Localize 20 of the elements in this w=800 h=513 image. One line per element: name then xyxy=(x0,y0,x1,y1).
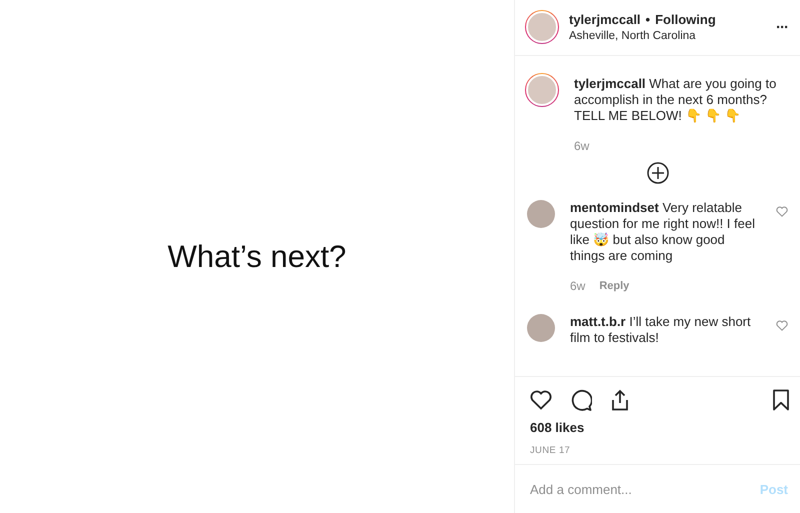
more-options-button[interactable]: ··· xyxy=(776,18,788,36)
likes-count[interactable]: 608 likes xyxy=(530,420,584,436)
separator-dot: • xyxy=(646,12,650,28)
timestamp: 6w xyxy=(570,278,586,294)
timestamp: 6w xyxy=(574,138,590,154)
avatar[interactable] xyxy=(525,72,559,107)
post-slide-text: What’s next? xyxy=(168,238,346,274)
caption-text: tylerjmccall What are you going to accomplish in the next 6 months? TELL ME BELOW! 👇 👇 👇 xyxy=(574,76,778,124)
location-link[interactable]: Asheville, North Carolina xyxy=(569,30,766,42)
like-icon[interactable] xyxy=(530,390,552,410)
username-link[interactable]: tylerjmccall xyxy=(569,12,641,28)
share-icon[interactable] xyxy=(610,389,630,412)
comment-text: matt.t.b.r I’ll take my new short film to festivals! xyxy=(570,314,752,346)
comment-text: mentomindset Very relatable question for me right now!! I feel like 🤯 but also know good things are coming xyxy=(570,200,756,264)
following-button[interactable]: Following xyxy=(655,12,716,28)
bookmark-icon[interactable] xyxy=(772,389,790,412)
comment-icon[interactable] xyxy=(570,389,592,412)
load-more-icon[interactable] xyxy=(646,162,668,184)
post-date: JUNE 17 xyxy=(530,445,572,456)
avatar[interactable] xyxy=(525,10,559,44)
